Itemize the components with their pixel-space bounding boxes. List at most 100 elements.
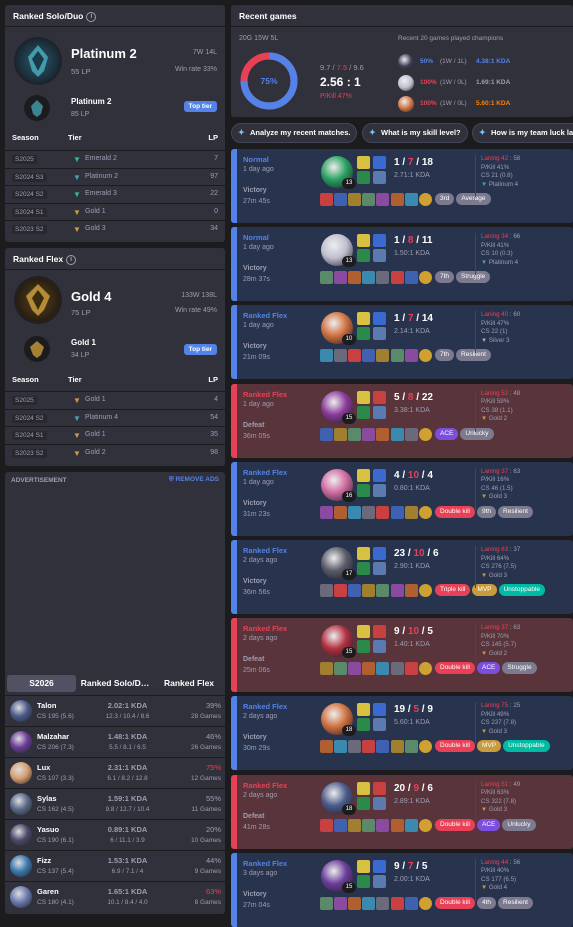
match-card[interactable]: Ranked Flex 1 day ago Defeat 36m 05s 15 5 / 8… [231, 383, 573, 458]
match-card[interactable]: Ranked Flex 2 days ago Victory 36m 56s 17 23 … [231, 540, 573, 614]
match-kda: 1 / 7 / 14 [394, 313, 433, 325]
item-icon [405, 818, 418, 832]
item-icon [348, 896, 361, 910]
item-icon [348, 271, 361, 285]
match-result: Victory [243, 187, 267, 194]
match-stats: Laning 52 : 48 P/Kill 59% CS 38 (1.1) ▼ Gol… [481, 390, 520, 424]
champion-name: Malzahar [37, 732, 70, 741]
info-icon[interactable]: i [86, 11, 97, 22]
champion-row[interactable]: Fizz CS 137 (5.4) 1.53:1 KDA 6.9 / 7.1 / 4 4… [5, 850, 225, 881]
item-icon [376, 584, 389, 597]
tab-season-2026[interactable]: S2026 [7, 675, 76, 692]
item-icon [405, 349, 418, 363]
champion-level: 15 [342, 412, 356, 424]
item-icon [391, 193, 404, 206]
recent-champion-winrate: 50% [420, 58, 434, 65]
match-tag: Unstoppable [498, 584, 545, 596]
season-label: S2025 [12, 396, 37, 405]
match-tag: ACE [435, 427, 459, 440]
trinket-icon [419, 818, 432, 832]
tier-icon: ▼ [73, 396, 81, 405]
kills: 20 [394, 782, 406, 794]
match-card[interactable]: Ranked Flex 1 day ago Victory 21m 09s 10 1 / … [231, 305, 573, 380]
rank-icon: ▼ [481, 336, 489, 344]
champion-row[interactable]: Lux CS 107 (3.3) 2.31:1 KDA 6.1 / 8.2 / 12.… [5, 757, 225, 788]
match-card[interactable]: Ranked Flex 2 days ago Victory 30m 29s 18 19 … [231, 696, 573, 771]
match-kda-ratio: 3.38:1 KDA [394, 406, 430, 414]
champion-row[interactable]: Garen CS 180 (4.1) 1.65:1 KDA 10.1 / 8.4 / … [5, 881, 225, 912]
summoner-spell-icon [357, 390, 370, 404]
assists: 9 [427, 704, 433, 716]
match-tag: ACE [477, 818, 501, 831]
item-icon [376, 271, 389, 285]
champion-winrate: 20% [205, 825, 221, 834]
season-label: S2024 S2 [12, 190, 47, 200]
champion-row[interactable]: Yasuo CS 190 (6.1) 0.89:1 KDA 6 / 11.1 / 3.… [5, 819, 225, 850]
remove-ads-link[interactable]: ⛨ REMOVE ADS [169, 476, 219, 484]
item-icon [320, 193, 333, 206]
match-card[interactable]: Ranked Flex 1 day ago Victory 31m 23s 16 4 / … [231, 461, 573, 536]
tab-ranked-solo[interactable]: Ranked Solo/D… [77, 675, 153, 692]
rank-name: Gold 3 [488, 571, 508, 579]
rank-icon: ▼ [481, 727, 489, 735]
champion-row[interactable]: Malzahar CS 206 (7.3) 1.48:1 KDA 5.5 / 8.1 … [5, 726, 225, 757]
tier-name: Gold 3 [85, 225, 106, 233]
champion-winrate: 75% [205, 763, 221, 772]
flex-current-lp: 75 LP [71, 308, 91, 317]
solo-top-tier-name: Platinum 2 [71, 97, 112, 106]
match-result: Victory [243, 578, 267, 585]
champion-games: 8 Games [194, 899, 221, 906]
summoner-spell-icon [373, 390, 386, 404]
item-icon [348, 740, 361, 754]
champion-kda: 1.65:1 KDA [107, 887, 148, 896]
season-header: Season [12, 375, 39, 384]
assists: 18 [421, 157, 433, 168]
match-card[interactable]: Ranked Flex 3 days ago Victory 27m 04s 15 9 /… [231, 852, 573, 927]
match-kda-ratio: 2.14:1 KDA [394, 328, 430, 336]
match-stats: Laning 37 : 63 P/Kill 16% CS 46 (1.5) ▼ Gol… [481, 468, 520, 502]
season-label: S2024 S1 [12, 207, 47, 217]
item-icon [348, 818, 361, 832]
ask-team-luck-button[interactable]: How is my team luck la [472, 123, 573, 143]
rank-name: Gold 2 [488, 649, 508, 657]
match-card[interactable]: Ranked Flex 2 days ago Defeat 25m 06s 15 9 / … [231, 618, 573, 693]
match-stats: Laning 75 : 25 P/Kill 49% CS 237 (7.8) ▼ Go… [481, 702, 520, 736]
rank-name: Gold 2 [488, 415, 508, 423]
champion-kda: 2.02:1 KDA [107, 701, 148, 710]
champion-row[interactable]: Talon CS 195 (5.6) 2.02:1 KDA 12.3 / 10.4 /… [5, 695, 225, 726]
season-row: S2025 ▼ Emerald 2 7 [5, 150, 225, 167]
avg-assists: 9.6 [353, 63, 364, 72]
pkill-stat: P/Kill 40% [481, 867, 510, 875]
deaths: 8 [407, 235, 414, 247]
rank-icon: ▼ [481, 493, 489, 501]
cs-stat: CS 177 (6.5) [481, 875, 517, 883]
match-kda: 1 / 7 / 18 [394, 157, 433, 168]
pkill-stat: P/Kill 49% [481, 710, 510, 718]
match-kda-ratio: 2.71:1 KDA [394, 172, 430, 179]
match-tag: Unlucky [460, 427, 494, 440]
champion-cs: CS 107 (3.3) [37, 775, 74, 782]
match-card[interactable]: Normal 1 day ago Victory 28m 37s 13 1 / 8 / 1… [231, 227, 573, 302]
assists: 5 [427, 626, 433, 638]
item-icon [405, 271, 418, 285]
pkill-stat: P/Kill 41% [481, 241, 510, 249]
average-rank: ▼ Gold 3 [481, 806, 520, 815]
item-icon [320, 896, 333, 910]
tab-ranked-flex[interactable]: Ranked Flex [155, 675, 223, 692]
item-icon [334, 427, 347, 441]
ask-analyze-matches-button[interactable]: Analyze my recent matches. [231, 123, 357, 143]
item-icon [391, 818, 404, 832]
summoner-spell-icon [357, 781, 370, 795]
queue-type: Ranked Flex [243, 858, 288, 868]
match-card[interactable]: Ranked Flex 2 days ago Defeat 41m 28s 18 20 /… [231, 774, 573, 849]
season-lp: 98 [210, 448, 218, 456]
match-duration: 21m 09s [243, 354, 270, 362]
info-icon[interactable]: i [66, 254, 77, 265]
champion-games: 9 Games [194, 868, 221, 875]
season-header: Season [12, 133, 39, 142]
summoner-spell-icon [373, 234, 386, 248]
champion-row[interactable]: Sylas CS 162 (4.5) 1.59:1 KDA 9.8 / 12.7 / … [5, 788, 225, 819]
match-card[interactable]: Normal 1 day ago Victory 27m 45s 13 1 / 7 / 1… [231, 149, 573, 223]
laning-opponent: : 66 [508, 233, 521, 241]
ask-skill-level-button[interactable]: What is my skill level? [362, 123, 468, 143]
